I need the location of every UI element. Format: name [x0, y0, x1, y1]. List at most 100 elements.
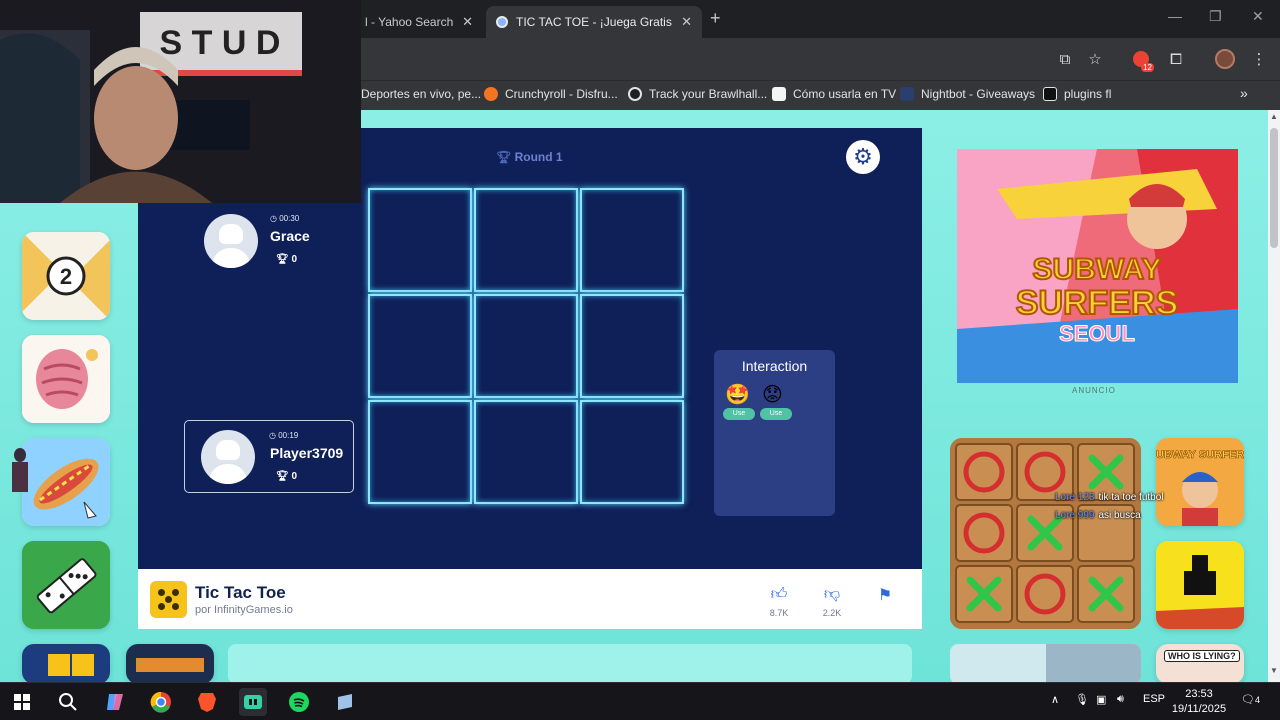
microphone-icon[interactable]: 🎙︎ [1075, 693, 1089, 706]
bookmark-star-icon[interactable]: ☆ [1084, 48, 1106, 70]
chrome-icon[interactable] [147, 688, 175, 716]
player-score: 🏆︎ 0 [276, 471, 297, 482]
board-cell[interactable] [368, 400, 472, 504]
bookmark-item[interactable]: Cómo usarla en TV [772, 87, 896, 101]
profile-avatar[interactable] [1214, 48, 1236, 70]
stream-chat-message: Lore 999 asi busca [1055, 510, 1141, 521]
board-cell[interactable] [368, 188, 472, 292]
player-timer: ◷ 00:30 [270, 214, 300, 223]
close-icon[interactable]: ✕ [681, 14, 692, 30]
windows-start-icon[interactable] [8, 688, 36, 716]
scroll-down-icon[interactable]: ▼ [1270, 666, 1278, 675]
chevron-up-icon[interactable]: ∧ [1051, 693, 1059, 706]
notifications-icon[interactable]: 🗨︎4 [1241, 693, 1260, 706]
like-button[interactable]: 👍︎ 8.7K [759, 585, 799, 618]
board-cell[interactable] [580, 400, 684, 504]
bookmark-label: Crunchyroll - Disfru... [505, 87, 618, 101]
tab-title: l - Yahoo Search [365, 15, 454, 29]
sidebar-game-thumb[interactable] [126, 644, 214, 682]
trophy-icon: 🏆︎ [496, 150, 512, 164]
sidebar-game-thumb[interactable]: 2 [22, 232, 110, 320]
board-cell[interactable] [580, 188, 684, 292]
player-timer: ◷ 00:19 [269, 431, 299, 440]
avatar [201, 430, 255, 484]
report-button[interactable]: ⚑ [865, 585, 905, 605]
board-cell[interactable] [580, 294, 684, 398]
restore-icon[interactable]: ❐ [1209, 8, 1222, 25]
tab-tic-tac-toe[interactable]: TIC TAC TOE - ¡Juega Gratis Onli ✕ [486, 6, 702, 38]
avatar [1215, 49, 1235, 69]
app-icon[interactable] [331, 688, 359, 716]
page-scrollbar[interactable]: ▲ ▼ [1268, 110, 1280, 682]
board-cell[interactable] [474, 188, 578, 292]
subway-surfers-thumb-icon: SUBWAY SURFERS [1156, 438, 1244, 526]
stream-character-overlay-icon [10, 448, 30, 500]
block-puzzle-icon [48, 654, 70, 676]
webcam-overlay: S T U D [0, 0, 361, 203]
bookmark-item[interactable]: Nightbot - Giveaways [900, 87, 1035, 101]
board-cell[interactable] [368, 294, 472, 398]
chat-user: Lore 999 [1055, 510, 1095, 521]
system-clock[interactable]: 23:53 19/11/2025 [1168, 687, 1230, 717]
use-emoji-button[interactable]: Use [760, 408, 792, 420]
spotify-icon[interactable] [285, 688, 313, 716]
scrollbar-thumb[interactable] [1270, 128, 1278, 248]
crunchyroll-icon [484, 87, 498, 101]
settings-button[interactable]: ⚙ [846, 140, 880, 174]
stream-chat-message: Lore 123 tik ta toe futbol [1055, 492, 1164, 503]
game-thumb-art-icon [136, 658, 204, 672]
board-cell[interactable] [474, 294, 578, 398]
tab-yahoo-search[interactable]: l - Yahoo Search ✕ [355, 6, 483, 38]
score-value: 0 [291, 254, 298, 265]
brain-game-icon [22, 335, 110, 423]
kebab-menu-icon[interactable]: ⋮ [1248, 48, 1270, 70]
volume-icon[interactable]: 🔊︎ [1117, 693, 1124, 706]
new-tab-button[interactable]: + [710, 8, 721, 29]
close-icon[interactable]: ✕ [462, 14, 473, 30]
board-cell[interactable] [474, 400, 578, 504]
tic-tac-toe-board [368, 188, 686, 506]
minimize-icon[interactable]: — [1168, 8, 1182, 24]
avatar [204, 214, 258, 268]
tic-tac-toe-game-icon [150, 581, 187, 618]
silhouette-game-icon [1156, 541, 1244, 629]
bookmark-item[interactable]: Deportes en vivo, pe... [361, 87, 481, 101]
copilot-icon[interactable] [101, 688, 129, 716]
dislike-count: 2.2K [822, 608, 842, 618]
sidebar-game-thumb[interactable] [22, 644, 110, 682]
game-thumb-tic-tac-toe[interactable] [950, 438, 1141, 629]
search-icon[interactable] [54, 688, 82, 716]
game-thumb-silhouette[interactable] [1156, 541, 1244, 629]
more-bookmarks-icon[interactable]: » [1240, 85, 1248, 101]
svg-text:S T U D: S T U D [160, 24, 281, 62]
fl-icon [1043, 87, 1057, 101]
thumbs-up-icon: 👍︎ [770, 586, 788, 603]
puzzle-extensions-icon[interactable]: ⧠ [1165, 48, 1187, 70]
extension-icon[interactable]: 12 [1130, 48, 1154, 72]
sidebar-game-thumb[interactable] [22, 438, 110, 526]
stream-app-icon[interactable] [239, 688, 267, 716]
scroll-up-icon[interactable]: ▲ [1270, 112, 1278, 121]
advertisement[interactable]: SUBWAY SURFERS SEOUL [957, 149, 1238, 383]
bookmark-item[interactable]: Track your Brawlhall... [628, 87, 767, 101]
opponent-player-card: ◷ 00:30 Grace 🏆︎ 0 [204, 214, 354, 274]
window-close-icon[interactable]: ✕ [1252, 8, 1264, 25]
notification-count: 4 [1254, 695, 1260, 705]
game-thumb-who-is-lying[interactable]: WHO IS LYING? [1156, 644, 1244, 682]
sidebar-game-thumb[interactable] [22, 335, 110, 423]
timer-value: 00:19 [278, 431, 299, 440]
like-count: 8.7K [769, 608, 789, 618]
network-icon[interactable]: ▣ [1096, 693, 1106, 706]
game-thumb-subway-surfers[interactable]: SUBWAY SURFERS [1156, 438, 1244, 526]
bookmark-item[interactable]: Crunchyroll - Disfru... [484, 87, 618, 101]
dislike-button[interactable]: 👎︎ 2.2K [812, 585, 852, 618]
bookmark-item[interactable]: plugins fl [1043, 87, 1111, 101]
bookmark-label: Deportes en vivo, pe... [361, 87, 482, 101]
language-indicator[interactable]: ESP [1143, 693, 1165, 705]
number-puzzle-icon: 2 [22, 232, 110, 320]
game-thumb[interactable] [950, 644, 1141, 682]
sidebar-game-thumb[interactable] [22, 541, 110, 629]
use-emoji-button[interactable]: Use [723, 408, 755, 420]
brave-browser-icon[interactable] [193, 688, 221, 716]
cast-icon[interactable]: ⧉ [1054, 48, 1076, 70]
